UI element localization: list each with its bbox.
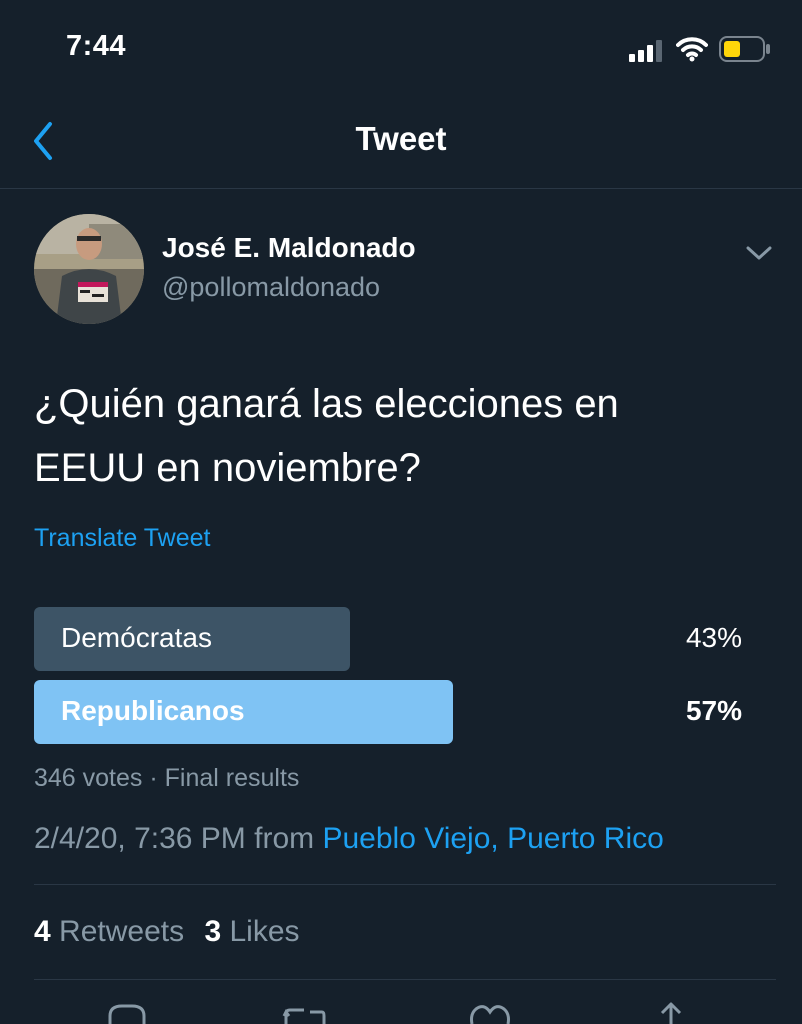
wifi-icon <box>676 37 708 62</box>
location-link[interactable]: Pueblo Viejo, Puerto Rico <box>322 822 663 855</box>
poll-option-republicanos: Republicanos 57% <box>34 680 776 744</box>
tweet-detail-screen: 7:44 Tweet José E. Maldonado @pollomaldo… <box>0 0 802 1024</box>
author-handle[interactable]: @pollomaldonado <box>162 272 380 303</box>
retweets-label: Retweets <box>59 915 185 948</box>
tweet-stats: 4 Retweets 3 Likes <box>34 915 312 949</box>
poll-meta: 346 votes · Final results <box>34 764 300 792</box>
divider <box>34 884 776 885</box>
chevron-down-icon[interactable] <box>745 244 773 262</box>
poll-option-percent: 43% <box>685 622 742 653</box>
retweets-count: 4 <box>34 915 51 948</box>
poll-option-democratas: Demócratas 43% <box>34 607 776 671</box>
likes-label: Likes <box>229 915 300 948</box>
status-time: 7:44 <box>66 30 127 62</box>
avatar[interactable] <box>34 214 144 324</box>
likes-count: 3 <box>204 915 222 948</box>
author-name[interactable]: José E. Maldonado <box>162 232 416 264</box>
tweet-text-line: EEUU en noviembre? <box>34 446 421 490</box>
like-icon[interactable] <box>468 1002 512 1024</box>
poll-option-label: Republicanos <box>61 695 245 726</box>
translate-tweet-link[interactable]: Translate Tweet <box>34 524 210 553</box>
tweet-text-line: ¿Quién ganará las elecciones en <box>34 382 619 426</box>
divider <box>34 979 776 980</box>
page-title: Tweet <box>355 120 447 157</box>
poll-option-percent: 57% <box>685 695 742 726</box>
retweets-stat[interactable]: 4 Retweets <box>34 915 184 949</box>
signal-icon <box>629 40 662 62</box>
reply-icon[interactable] <box>106 1002 148 1024</box>
tweet-text: ¿Quién ganará las elecciones en EEUU en … <box>34 372 764 500</box>
likes-stat[interactable]: 3 Likes <box>204 915 299 949</box>
timestamp: 2/4/20, 7:36 PM from <box>34 822 315 855</box>
battery-icon <box>719 36 770 62</box>
status-bar: 7:44 <box>0 0 802 96</box>
poll-option-label: Demócratas <box>61 622 212 653</box>
timestamp-line: 2/4/20, 7:36 PM from Pueblo Viejo, Puert… <box>34 822 664 856</box>
avatar-photo <box>34 214 144 324</box>
share-icon[interactable] <box>656 1002 686 1024</box>
nav-bar: Tweet <box>0 96 802 189</box>
retweet-icon[interactable] <box>282 1002 328 1024</box>
